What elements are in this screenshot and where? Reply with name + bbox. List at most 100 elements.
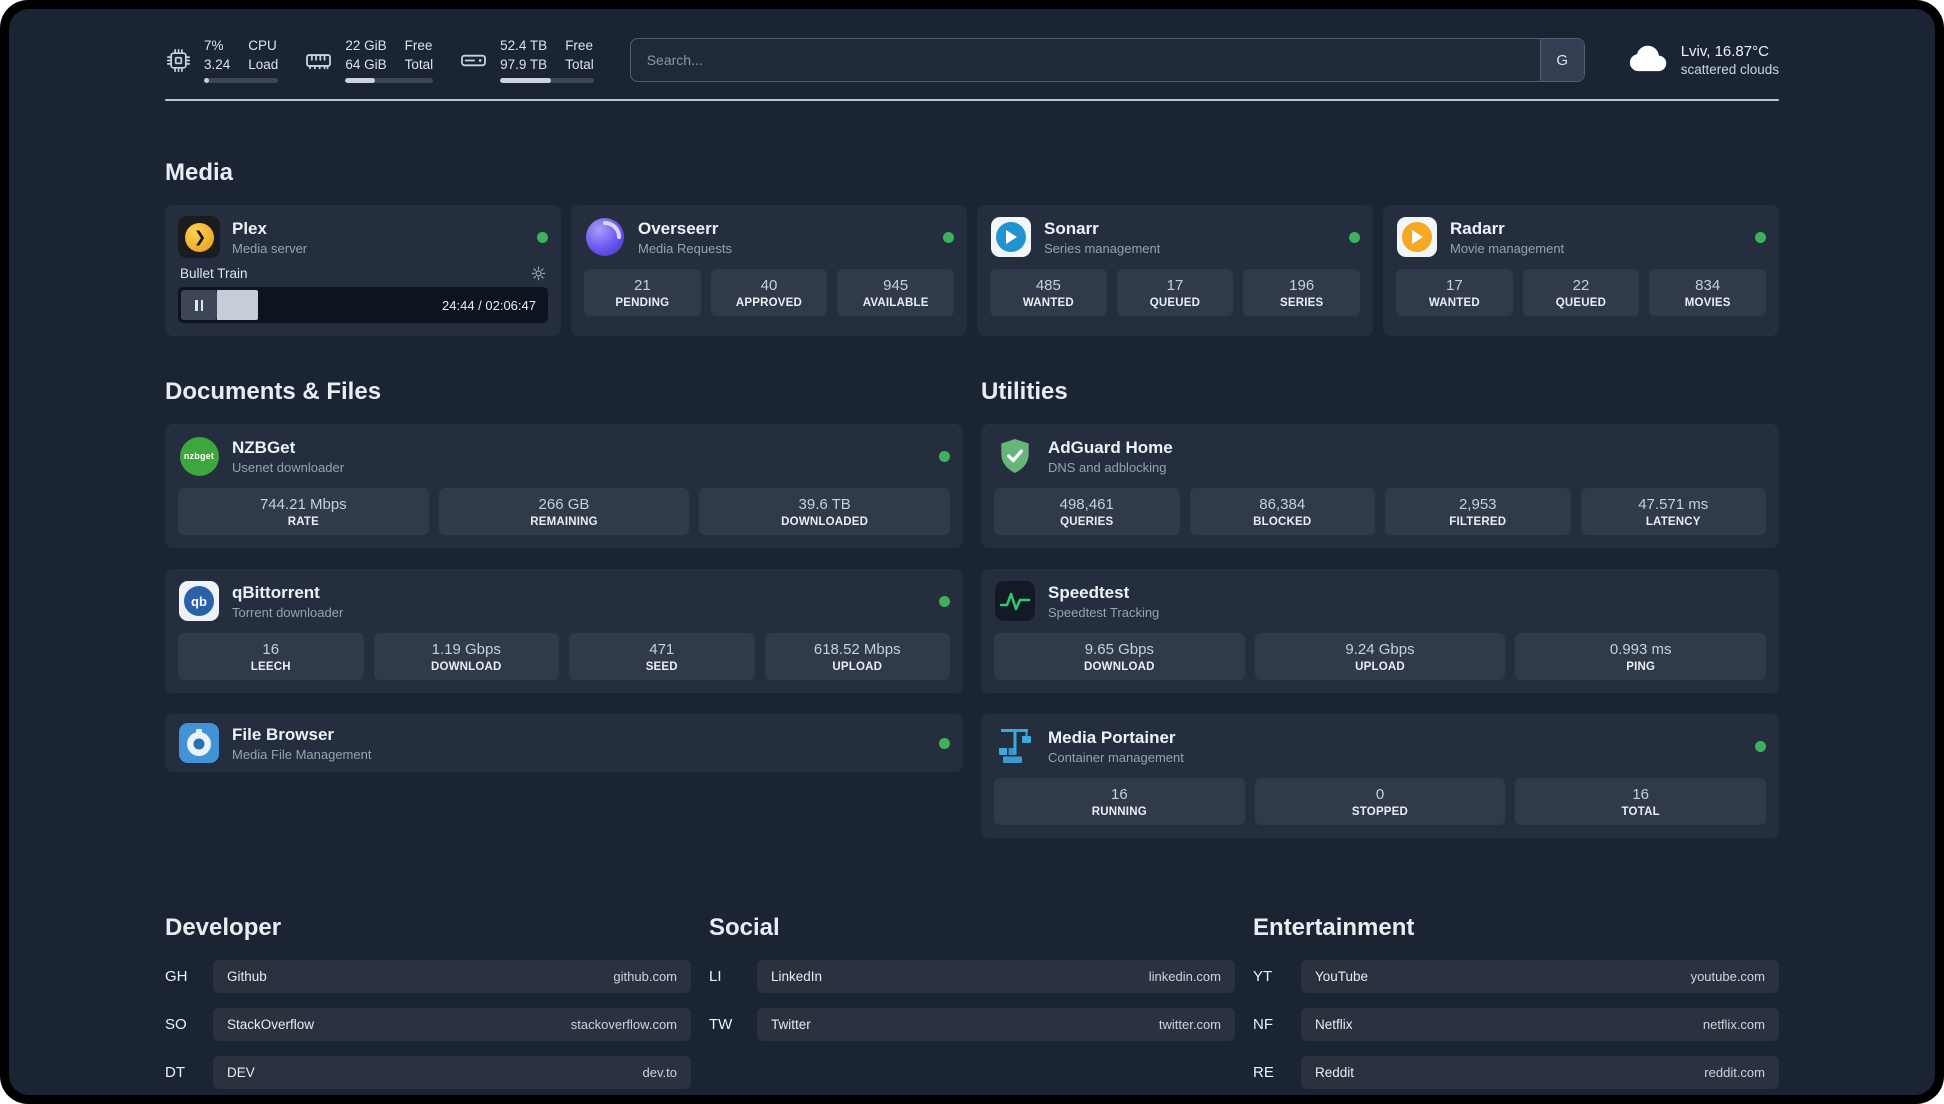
service-subtitle: Movie management	[1450, 240, 1565, 256]
memory-progress-bar	[345, 78, 434, 84]
service-card-plex[interactable]: ❯ Plex Media server Bullet Train 24:44 /…	[165, 205, 561, 337]
cpu-usage-value: 7%	[204, 38, 224, 53]
stat-download: 9.65 Gbps DOWNLOAD	[994, 633, 1245, 681]
service-card-speedtest[interactable]: Speedtest Speedtest Tracking 9.65 Gbps D…	[981, 569, 1779, 694]
memory-total-label: Total	[404, 56, 434, 72]
service-card-nzbget[interactable]: nzbget NZBGet Usenet downloader 744.21 M…	[165, 424, 963, 549]
bookmark-link-stackoverflow[interactable]: StackOverflow stackoverflow.com	[213, 1008, 691, 1042]
plex-icon: ❯	[178, 216, 220, 259]
stat-stopped: 0 STOPPED	[1254, 778, 1506, 826]
service-card-sonarr[interactable]: Sonarr Series management 485 WANTED 17 Q…	[977, 205, 1373, 337]
bookmark-row: RE Reddit reddit.com	[1253, 1056, 1779, 1090]
bookmark-link-github[interactable]: Github github.com	[213, 960, 691, 994]
disk-total-label: Total	[565, 56, 594, 72]
section-title-developer: Developer	[165, 914, 282, 942]
service-subtitle: Torrent downloader	[232, 604, 344, 620]
service-card-overseerr[interactable]: Overseerr Media Requests 21 PENDING 40 A…	[571, 205, 967, 337]
stat-queries: 498,461 QUERIES	[994, 488, 1180, 536]
memory-free-value: 22 GiB	[345, 38, 387, 53]
section-title-media: Media	[165, 159, 234, 187]
service-subtitle: Media Requests	[638, 240, 732, 256]
sonarr-icon	[990, 216, 1032, 258]
bookmark-link-dev[interactable]: DEV dev.to	[213, 1056, 691, 1090]
bookmark-abbr: TW	[709, 1016, 733, 1034]
section-documents: Documents & Files nzbget NZBGet Usenet d…	[165, 378, 963, 773]
service-name: AdGuard Home	[1048, 437, 1173, 457]
pause-button[interactable]	[181, 290, 217, 321]
service-name: Sonarr	[1044, 218, 1099, 238]
service-subtitle: Speedtest Tracking	[1048, 604, 1160, 620]
dashboard: 7% 3.24 CPU Load 22 GiB 64 GiB Free Tota…	[9, 9, 1935, 1095]
overseerr-icon	[584, 216, 626, 258]
cpu-chip-icon	[165, 47, 192, 74]
bookmark-abbr: YT	[1253, 968, 1273, 986]
memory-widget: 22 GiB 64 GiB Free Total	[304, 37, 434, 84]
disk-progress-bar	[500, 78, 594, 84]
bookmark-row: LI LinkedIn linkedin.com	[709, 960, 1235, 994]
bookmark-abbr: SO	[165, 1016, 187, 1034]
service-subtitle: Series management	[1044, 240, 1161, 256]
service-subtitle: DNS and adblocking	[1048, 459, 1167, 475]
disk-free-value: 52.4 TB	[500, 38, 548, 53]
status-dot	[537, 231, 548, 243]
cpu-progress-bar	[204, 78, 279, 84]
stat-filtered: 2,953 FILTERED	[1385, 488, 1571, 536]
stat-pending: 21 PENDING	[584, 269, 701, 317]
status-dot	[939, 737, 950, 749]
cpu-label: CPU	[248, 38, 277, 53]
service-card-filebrowser[interactable]: File Browser Media File Management	[165, 714, 963, 773]
bookmark-link-reddit[interactable]: Reddit reddit.com	[1301, 1056, 1779, 1090]
cloud-icon	[1627, 43, 1669, 78]
cpu-widget: 7% 3.24 CPU Load	[165, 37, 279, 84]
now-playing-title: Bullet Train	[180, 266, 248, 282]
disk-free-label: Free	[565, 38, 593, 53]
filebrowser-icon	[178, 722, 220, 764]
stat-downloaded: 39.6 TB DOWNLOADED	[699, 488, 950, 536]
bookmark-group-developer: Developer GH Github github.com SO StackO…	[165, 914, 691, 1095]
service-card-portainer[interactable]: Media Portainer Container management 16 …	[981, 714, 1779, 839]
plex-progress-bar[interactable]: 24:44 / 02:06:47	[178, 287, 548, 324]
search-provider-button[interactable]: G	[1539, 39, 1584, 82]
stat-queued: 22 QUEUED	[1522, 269, 1640, 317]
bookmark-link-twitter[interactable]: Twitter twitter.com	[757, 1008, 1235, 1042]
bookmark-row: DT DEV dev.to	[165, 1056, 691, 1090]
resource-widgets: 7% 3.24 CPU Load 22 GiB 64 GiB Free Tota…	[165, 37, 594, 84]
adguard-icon	[994, 435, 1036, 477]
gear-icon[interactable]	[531, 266, 546, 281]
bookmark-link-netflix[interactable]: Netflix netflix.com	[1301, 1008, 1779, 1042]
bookmark-abbr: NF	[1253, 1016, 1273, 1034]
service-name: Radarr	[1450, 218, 1505, 238]
stat-wanted: 485 WANTED	[990, 269, 1107, 317]
service-card-qbittorrent[interactable]: qb qBittorrent Torrent downloader 16 LEE…	[165, 569, 963, 694]
section-utilities: Utilities AdGuard Home DNS and adblockin…	[981, 378, 1779, 839]
bookmark-group-entertainment: Entertainment YT YouTube youtube.com NF …	[1253, 914, 1779, 1095]
cpu-load-label: Load	[248, 56, 279, 72]
stat-remaining: 266 GB REMAINING	[438, 488, 690, 536]
radarr-icon	[1396, 216, 1438, 258]
status-dot	[1755, 231, 1766, 243]
stat-leech: 16 LEECH	[178, 633, 364, 681]
section-title-utilities: Utilities	[981, 378, 1068, 406]
bookmark-row: SO StackOverflow stackoverflow.com	[165, 1008, 691, 1042]
service-card-adguard[interactable]: AdGuard Home DNS and adblocking 498,461 …	[981, 424, 1779, 549]
service-name: Speedtest	[1048, 582, 1130, 602]
disk-widget: 52.4 TB 97.9 TB Free Total	[459, 37, 594, 84]
section-title-entertainment: Entertainment	[1253, 914, 1415, 942]
stat-rate: 744.21 Mbps RATE	[178, 488, 429, 536]
service-name: qBittorrent	[232, 582, 320, 602]
service-subtitle: Container management	[1048, 749, 1184, 765]
service-card-radarr[interactable]: Radarr Movie management 17 WANTED 22 QUE…	[1383, 205, 1779, 337]
memory-total-value: 64 GiB	[345, 56, 387, 72]
bookmark-link-youtube[interactable]: YouTube youtube.com	[1301, 960, 1779, 994]
bookmark-link-linkedin[interactable]: LinkedIn linkedin.com	[757, 960, 1235, 994]
stat-ping: 0.993 ms PING	[1515, 633, 1766, 681]
stat-available: 945 AVAILABLE	[837, 269, 954, 317]
stat-blocked: 86,384 BLOCKED	[1189, 488, 1375, 536]
disk-total-value: 97.9 TB	[500, 56, 548, 72]
cpu-load-value: 3.24	[204, 56, 231, 72]
window-frame: 7% 3.24 CPU Load 22 GiB 64 GiB Free Tota…	[0, 0, 1944, 1104]
bookmark-abbr: GH	[165, 968, 188, 986]
stat-download: 1.19 Gbps DOWNLOAD	[373, 633, 559, 681]
playback-track[interactable]	[217, 290, 433, 321]
search-input[interactable]	[630, 39, 1540, 82]
